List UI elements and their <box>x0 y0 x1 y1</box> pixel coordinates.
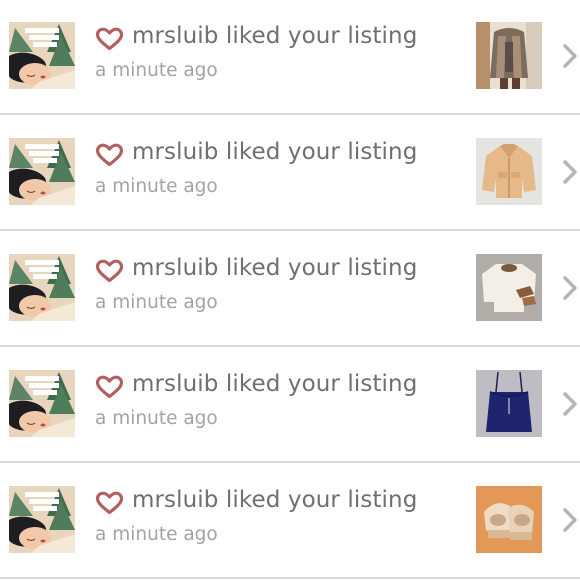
activity-text: mrsluib liked your listing <box>132 23 418 49</box>
chevron-right-icon[interactable] <box>561 390 579 418</box>
activity-timestamp: a minute ago <box>95 292 218 313</box>
listing-thumbnail[interactable] <box>476 486 542 553</box>
activity-text: mrsluib liked your listing <box>132 371 418 397</box>
listing-thumbnail[interactable] <box>476 22 542 89</box>
activity-row[interactable]: mrsluib liked your listing a minute ago <box>0 464 580 579</box>
activity-text: mrsluib liked your listing <box>132 139 418 165</box>
activity-row[interactable]: mrsluib liked your listing a minute ago <box>0 348 580 463</box>
heart-outline-icon <box>95 375 124 399</box>
heart-outline-icon <box>95 491 124 515</box>
user-avatar[interactable] <box>9 138 75 205</box>
activity-text: mrsluib liked your listing <box>132 255 418 281</box>
chevron-right-icon[interactable] <box>561 158 579 186</box>
activity-feed: mrsluib liked your listing a minute ago <box>0 0 580 580</box>
heart-outline-icon <box>95 27 124 51</box>
chevron-right-icon[interactable] <box>561 506 579 534</box>
activity-row[interactable]: mrsluib liked your listing a minute ago <box>0 232 580 347</box>
listing-thumbnail[interactable] <box>476 370 542 437</box>
chevron-right-icon[interactable] <box>561 274 579 302</box>
activity-timestamp: a minute ago <box>95 524 218 545</box>
activity-timestamp: a minute ago <box>95 176 218 197</box>
heart-outline-icon <box>95 143 124 167</box>
user-avatar[interactable] <box>9 254 75 321</box>
heart-outline-icon <box>95 259 124 283</box>
chevron-right-icon[interactable] <box>561 42 579 70</box>
listing-thumbnail[interactable] <box>476 254 542 321</box>
activity-row[interactable]: mrsluib liked your listing a minute ago <box>0 0 580 115</box>
listing-thumbnail[interactable] <box>476 138 542 205</box>
user-avatar[interactable] <box>9 370 75 437</box>
activity-timestamp: a minute ago <box>95 408 218 429</box>
user-avatar[interactable] <box>9 22 75 89</box>
activity-row[interactable]: mrsluib liked your listing a minute ago <box>0 116 580 231</box>
user-avatar[interactable] <box>9 486 75 553</box>
activity-text: mrsluib liked your listing <box>132 487 418 513</box>
activity-timestamp: a minute ago <box>95 60 218 81</box>
